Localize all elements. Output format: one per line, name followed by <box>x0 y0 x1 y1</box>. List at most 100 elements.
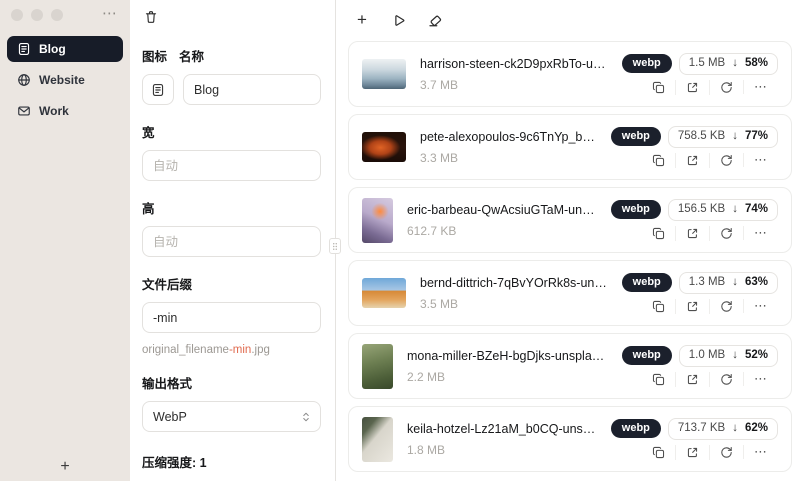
format-field-label: 输出格式 <box>142 377 193 391</box>
reconvert-button[interactable] <box>709 152 743 168</box>
format-badge: webp <box>621 346 672 366</box>
down-arrow-icon: ↓ <box>732 276 738 289</box>
height-input[interactable] <box>142 226 321 257</box>
envelope-icon <box>17 104 31 118</box>
badge-row: webp 713.7 KB ↓ 62% <box>610 418 778 440</box>
reconvert-button[interactable] <box>709 298 743 314</box>
down-arrow-icon: ↓ <box>732 130 738 143</box>
action-row: ⋯ <box>642 152 778 168</box>
sidebar-item-website[interactable]: Website <box>7 67 123 93</box>
more-button[interactable]: ⋯ <box>743 226 778 241</box>
sidebar: ⋯ Blog Website Work + <box>0 0 130 481</box>
suffix-field-label: 文件后缀 <box>142 278 193 292</box>
action-row: ⋯ <box>642 371 778 387</box>
copy-button[interactable] <box>642 299 675 314</box>
file-info: pete-alexopoulos-9c6TnYp_bk0-unsplas... … <box>420 130 597 165</box>
delete-preset-button[interactable] <box>142 8 160 26</box>
width-field-label: 宽 <box>142 126 155 140</box>
file-info: mona-miller-BZeH-bgDjks-unsplash.jpg 2.2… <box>407 349 608 384</box>
result-badge: 1.3 MB ↓ 63% <box>678 272 778 294</box>
output-format-select[interactable]: WebP <box>142 401 321 432</box>
copy-icon <box>652 227 665 240</box>
sidebar-more-button[interactable]: ⋯ <box>102 4 118 22</box>
sidebar-item-label: Work <box>39 104 69 118</box>
file-panel: + harrison-steen-ck2D9pxRbTo-unsplash.jp… <box>336 0 800 481</box>
converted-size: 1.5 MB <box>688 57 726 70</box>
copy-icon <box>652 446 665 459</box>
minimize-button[interactable] <box>31 9 43 21</box>
more-button[interactable]: ⋯ <box>743 372 778 387</box>
open-button[interactable] <box>675 152 709 168</box>
open-button[interactable] <box>675 225 709 241</box>
file-result: webp 758.5 KB ↓ 77% ⋯ <box>610 126 778 168</box>
sidebar-item-label: Blog <box>39 42 66 56</box>
close-button[interactable] <box>11 9 23 21</box>
open-button[interactable] <box>675 444 709 460</box>
file-row: harrison-steen-ck2D9pxRbTo-unsplash.jpg … <box>348 41 792 107</box>
sidebar-item-work[interactable]: Work <box>7 98 123 124</box>
external-link-icon <box>686 373 699 386</box>
file-row: keila-hotzel-Lz21aM_b0CQ-unsplash.jpg 1.… <box>348 406 792 472</box>
file-original-size: 3.7 MB <box>420 77 459 92</box>
reconvert-button[interactable] <box>709 225 743 241</box>
reconvert-button[interactable] <box>709 79 743 95</box>
clear-list-button[interactable] <box>422 8 446 32</box>
preset-icon-button[interactable] <box>142 74 174 105</box>
quality-label-row: 压缩强度: 1 <box>142 452 321 471</box>
sidebar-item-blog[interactable]: Blog <box>7 36 123 62</box>
copy-button[interactable] <box>642 445 675 460</box>
file-info: bernd-dittrich-7qBvYOrRk8s-unsplash.jpg … <box>420 276 608 311</box>
file-result: webp 713.7 KB ↓ 62% ⋯ <box>610 418 778 460</box>
quality-label: 压缩强度: <box>142 456 197 470</box>
file-info: harrison-steen-ck2D9pxRbTo-unsplash.jpg … <box>420 57 608 92</box>
hint-suffix: .jpg <box>251 344 270 356</box>
width-input[interactable] <box>142 150 321 181</box>
grip-icon <box>331 241 339 252</box>
file-original-size: 3.5 MB <box>420 296 459 311</box>
copy-button[interactable] <box>642 80 675 95</box>
trash-icon <box>144 10 158 24</box>
panel-resize-handle[interactable] <box>329 238 341 254</box>
file-info: keila-hotzel-Lz21aM_b0CQ-unsplash.jpg 1.… <box>407 422 597 457</box>
copy-button[interactable] <box>642 372 675 387</box>
name-field-label: 名称 <box>179 50 205 64</box>
quality-value: 1 <box>199 456 207 470</box>
hint-highlight: -min <box>228 344 252 356</box>
result-badge: 1.0 MB ↓ 52% <box>678 345 778 367</box>
output-format-value: WebP <box>153 409 187 424</box>
copy-icon <box>652 373 665 386</box>
down-arrow-icon: ↓ <box>732 203 738 216</box>
action-row: ⋯ <box>642 444 778 460</box>
open-button[interactable] <box>675 371 709 387</box>
result-badge: 713.7 KB ↓ 62% <box>667 418 778 440</box>
file-thumbnail <box>362 197 393 243</box>
more-button[interactable]: ⋯ <box>743 153 778 168</box>
suffix-input[interactable] <box>142 302 321 333</box>
more-button[interactable]: ⋯ <box>743 80 778 95</box>
format-badge: webp <box>610 200 661 220</box>
result-badge: 156.5 KB ↓ 74% <box>667 199 778 221</box>
file-thumbnail <box>362 343 393 389</box>
reduction-percent: 58% <box>744 57 768 70</box>
badge-row: webp 1.3 MB ↓ 63% <box>621 272 778 294</box>
copy-button[interactable] <box>642 226 675 241</box>
open-button[interactable] <box>675 298 709 314</box>
reconvert-button[interactable] <box>709 444 743 460</box>
run-conversion-button[interactable] <box>386 8 410 32</box>
add-files-button[interactable]: + <box>350 8 374 32</box>
reconvert-button[interactable] <box>709 371 743 387</box>
external-link-icon <box>686 154 699 167</box>
copy-button[interactable] <box>642 153 675 168</box>
converted-size: 713.7 KB <box>677 422 726 435</box>
file-original-size: 3.3 MB <box>420 150 459 165</box>
preset-name-input[interactable] <box>183 74 321 105</box>
zoom-button[interactable] <box>51 9 63 21</box>
sidebar-item-label: Website <box>39 73 85 87</box>
open-button[interactable] <box>675 79 709 95</box>
more-button[interactable]: ⋯ <box>743 445 778 460</box>
add-preset-button[interactable]: + <box>52 455 77 479</box>
file-thumbnail <box>362 416 393 462</box>
more-button[interactable]: ⋯ <box>743 299 778 314</box>
file-name: keila-hotzel-Lz21aM_b0CQ-unsplash.jpg <box>407 421 597 436</box>
file-info: eric-barbeau-QwAcsiuGTaM-unsplash.jpg 61… <box>407 203 597 238</box>
